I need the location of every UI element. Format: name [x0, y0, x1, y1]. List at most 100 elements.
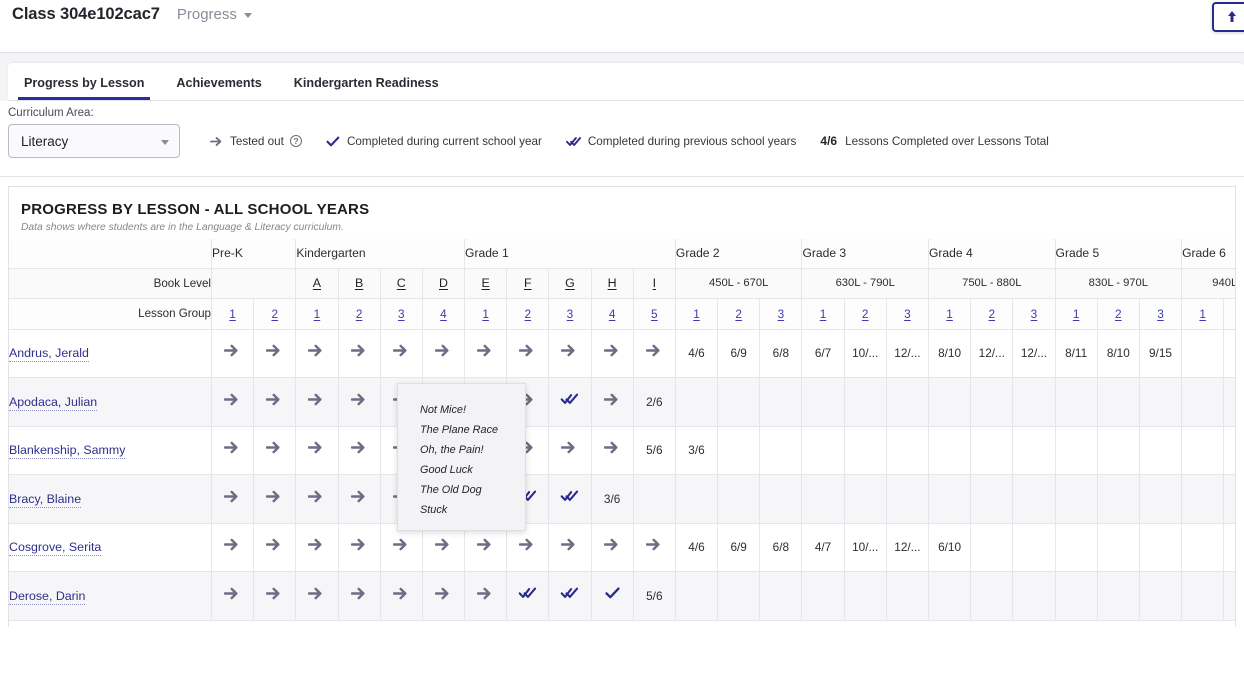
lesson-group-header[interactable]: 1	[802, 298, 844, 329]
cell-tested-out	[338, 523, 380, 572]
cell-progress-fraction: 10/...	[844, 523, 886, 572]
legend-label-completed-previous: Completed during previous school years	[588, 135, 797, 148]
student-name-link[interactable]: Blankenship, Sammy	[9, 426, 211, 475]
student-name-text: Cosgrove, Serita	[9, 540, 101, 556]
tab-achievements[interactable]: Achievements	[170, 76, 267, 100]
student-name-link[interactable]: Andrus, Jerald	[9, 329, 211, 378]
lesson-group-header[interactable]: 3	[886, 298, 928, 329]
check-single-icon	[604, 586, 621, 605]
cell-tested-out	[549, 329, 591, 378]
student-name-text: Andrus, Jerald	[9, 346, 89, 362]
cell-tested-out	[465, 572, 507, 621]
lesson-group-header[interactable]: 5	[633, 298, 675, 329]
legend-item-tested-out: Tested out ?	[210, 135, 302, 148]
legend-item-fraction: 4/6 Lessons Completed over Lessons Total	[820, 134, 1048, 148]
lexile-range-header: 830L - 970L	[1055, 268, 1182, 298]
arrow-right-icon	[266, 392, 283, 412]
table-body: Andrus, Jerald4/66/96/86/710/...12/...8/…	[9, 329, 1236, 620]
cell-progress-fraction: 2/6	[633, 378, 675, 427]
cell-tested-out	[211, 572, 253, 621]
book-level-header[interactable]: H	[591, 268, 633, 298]
cell-empty	[1055, 475, 1097, 524]
lesson-group-header[interactable]: 1	[1182, 298, 1224, 329]
lesson-group-header[interactable]: 2	[338, 298, 380, 329]
curriculum-area-value: Literacy	[21, 134, 68, 149]
cell-empty	[929, 378, 971, 427]
book-level-header[interactable]: G	[549, 268, 591, 298]
student-name-link[interactable]: Cosgrove, Serita	[9, 523, 211, 572]
check-double-icon	[518, 586, 537, 605]
legend-label-tested-out: Tested out	[230, 135, 284, 148]
cell-tested-out	[254, 426, 296, 475]
lesson-group-header[interactable]: 3	[549, 298, 591, 329]
cell-empty	[1055, 426, 1097, 475]
arrow-right-icon	[477, 343, 494, 363]
page-title: Class 304e102cac7	[12, 5, 160, 24]
grade-group-header: Pre-K	[211, 239, 295, 268]
lesson-group-header[interactable]: 1	[929, 298, 971, 329]
book-level-header[interactable]: F	[507, 268, 549, 298]
book-level-header[interactable]: B	[338, 268, 380, 298]
cell-progress-fraction: 6/7	[802, 329, 844, 378]
student-name-link[interactable]: Derose, Darin	[9, 572, 211, 621]
cell-tested-out	[296, 475, 338, 524]
progress-fraction-text: 8/11	[1065, 346, 1087, 360]
lesson-group-header[interactable]: 4	[422, 298, 464, 329]
book-level-header[interactable]: I	[633, 268, 675, 298]
lesson-group-header[interactable]: 2	[718, 298, 760, 329]
student-name-link[interactable]: Apodaca, Julian	[9, 378, 211, 427]
cell-tested-out	[338, 572, 380, 621]
cell-tested-out	[211, 475, 253, 524]
lesson-group-header[interactable]: 3	[1013, 298, 1055, 329]
arrow-right-icon	[351, 489, 368, 509]
lesson-group-header[interactable]: 2	[507, 298, 549, 329]
arrow-right-icon	[435, 343, 452, 363]
cell-empty	[971, 378, 1013, 427]
lesson-group-header[interactable]: 1	[465, 298, 507, 329]
lesson-group-header[interactable]: 3	[1139, 298, 1181, 329]
progress-fraction-text: 5/6	[646, 443, 662, 457]
arrow-right-icon	[477, 586, 494, 606]
curriculum-area-select[interactable]: Literacy	[8, 124, 180, 158]
student-name-link[interactable]: Bracy, Blaine	[9, 475, 211, 524]
cell-empty	[1013, 426, 1055, 475]
cell-progress-fraction: 8/10	[929, 329, 971, 378]
lesson-group-header[interactable]: 2	[254, 298, 296, 329]
lesson-group-header[interactable]: 3	[760, 298, 802, 329]
lesson-group-header[interactable]: 1	[296, 298, 338, 329]
arrow-right-icon	[604, 440, 621, 460]
upload-button[interactable]	[1212, 2, 1244, 32]
book-level-header[interactable]: C	[380, 268, 422, 298]
book-level-header[interactable]: E	[465, 268, 507, 298]
cell-empty	[844, 378, 886, 427]
lesson-group-row-label: Lesson Group	[9, 298, 211, 329]
section-dropdown[interactable]: Progress	[177, 6, 252, 23]
cell-tested-out	[549, 426, 591, 475]
cell-progress-fraction: 8/11	[1055, 329, 1097, 378]
tab-progress-by-lesson[interactable]: Progress by Lesson	[18, 76, 150, 100]
lesson-group-header[interactable]: 2	[844, 298, 886, 329]
lesson-group-header[interactable]: 1	[675, 298, 717, 329]
lesson-group-header[interactable]: 2	[1224, 298, 1236, 329]
grade-group-header: Grade 2	[675, 239, 802, 268]
cell-tested-out	[338, 329, 380, 378]
lesson-group-header[interactable]: 3	[380, 298, 422, 329]
cell-empty	[760, 378, 802, 427]
check-double-icon	[560, 489, 579, 508]
cell-empty	[675, 378, 717, 427]
lesson-group-header[interactable]: 1	[1055, 298, 1097, 329]
lesson-group-header[interactable]: 2	[1097, 298, 1139, 329]
help-icon[interactable]: ?	[290, 135, 302, 147]
lesson-group-header[interactable]: 2	[971, 298, 1013, 329]
cell-empty	[1097, 572, 1139, 621]
lesson-group-header[interactable]: 1	[211, 298, 253, 329]
book-level-header[interactable]: D	[422, 268, 464, 298]
lesson-group-header[interactable]: 4	[591, 298, 633, 329]
cell-empty	[1182, 572, 1224, 621]
curriculum-area-label: Curriculum Area:	[8, 107, 1244, 119]
cell-empty	[675, 475, 717, 524]
tab-kindergarten-readiness[interactable]: Kindergarten Readiness	[288, 76, 445, 100]
book-level-header[interactable]: A	[296, 268, 338, 298]
cell-empty	[1224, 426, 1236, 475]
grade-group-header: Kindergarten	[296, 239, 465, 268]
